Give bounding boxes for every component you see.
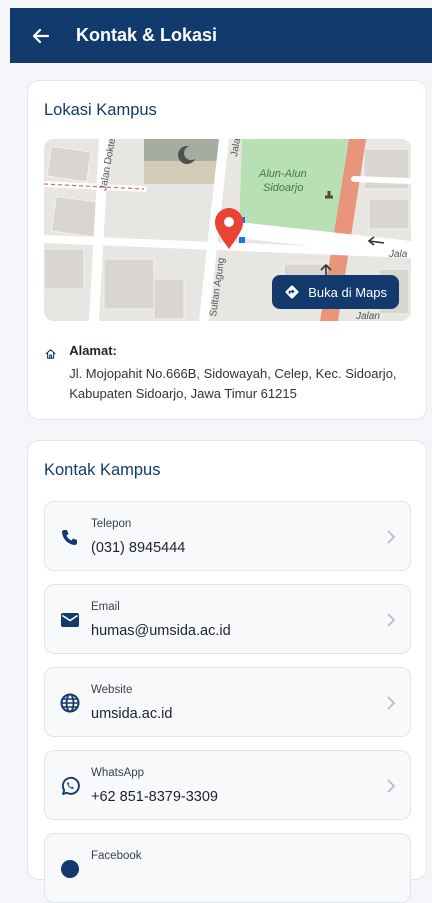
chevron-right-icon xyxy=(387,696,396,710)
directions-icon xyxy=(285,285,299,299)
map-label-park: Alun-Alun xyxy=(258,168,307,180)
contact-item-phone[interactable]: Telepon (031) 8945444 xyxy=(44,501,411,571)
mail-icon xyxy=(61,613,79,627)
contact-label: Email xyxy=(91,601,120,613)
home-icon xyxy=(45,349,56,359)
contact-card: Kontak Kampus Telepon (031) 8945444 Emai… xyxy=(27,440,427,903)
address-value: Jl. Mojopahit No.666B, Sidowayah, Celep,… xyxy=(69,366,397,401)
contact-item-email[interactable]: Email humas@umsida.ac.id xyxy=(44,584,411,654)
open-maps-label: Buka di Maps xyxy=(308,284,387,300)
contact-label: Telepon xyxy=(91,518,132,530)
map-label-street5: Jalan xyxy=(355,311,380,321)
page-title: Kontak & Lokasi xyxy=(76,25,218,45)
contact-value: +62 851-8379-3309 xyxy=(91,789,218,805)
globe-icon xyxy=(60,693,80,713)
app-bar: Kontak & Lokasi xyxy=(10,8,432,63)
arrow-left-icon xyxy=(32,28,50,43)
contact-value: umsida.ac.id xyxy=(91,706,173,722)
location-heading: Lokasi Kampus xyxy=(44,101,157,119)
chevron-right-icon xyxy=(387,530,396,544)
location-card: Lokasi Kampus Jalan Dokte Jala Alun-Alun… xyxy=(27,80,427,420)
phone-icon xyxy=(62,530,77,545)
map-label-park2: Sidoarjo xyxy=(263,182,303,194)
address-block: Alamat: Jl. Mojopahit No.666B, Sidowayah… xyxy=(44,343,404,404)
contact-value: (031) 8945444 xyxy=(91,540,186,556)
back-button[interactable] xyxy=(24,19,58,53)
contact-item-website[interactable]: Website umsida.ac.id xyxy=(44,667,411,737)
contact-item-whatsapp[interactable]: WhatsApp +62 851-8379-3309 xyxy=(44,750,411,820)
open-maps-button[interactable]: Buka di Maps xyxy=(272,275,399,309)
campus-map[interactable]: Jalan Dokte Jala Alun-Alun Sidoarjo Sult… xyxy=(44,139,411,321)
whatsapp-icon xyxy=(61,776,80,795)
contact-label: Website xyxy=(91,684,133,696)
contact-label: WhatsApp xyxy=(91,767,145,779)
chevron-right-icon xyxy=(387,779,396,793)
contact-value: humas@umsida.ac.id xyxy=(91,623,231,639)
contact-label: Facebook xyxy=(91,850,142,862)
contact-heading: Kontak Kampus xyxy=(44,461,161,479)
facebook-icon xyxy=(61,860,79,878)
contact-item-facebook[interactable]: Facebook xyxy=(44,833,411,903)
address-label: Alamat: xyxy=(69,343,117,358)
chevron-right-icon xyxy=(387,613,396,627)
map-label-street4: Jala xyxy=(388,249,408,260)
